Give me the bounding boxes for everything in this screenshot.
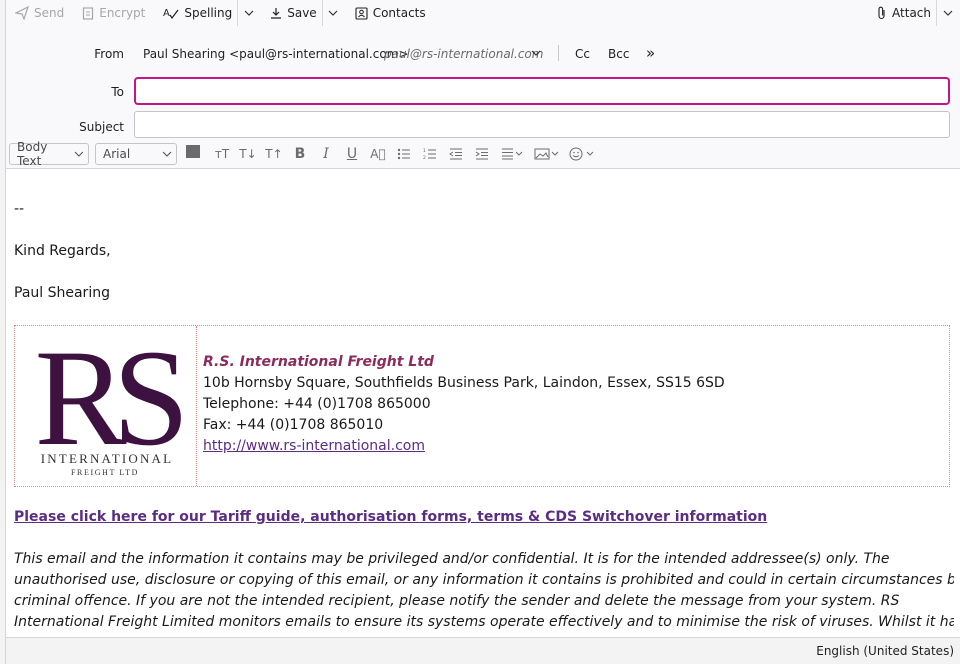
company-address: 10b Hornsby Square, Southfields Business… bbox=[203, 375, 725, 391]
spelling-button[interactable]: A Spelling bbox=[158, 0, 237, 26]
send-button[interactable]: Send bbox=[10, 0, 69, 26]
formatting-toolbar: Body Text Arial ᴛT T↓ T↑ B I U A⃥ 12 bbox=[6, 140, 960, 168]
save-dropdown[interactable] bbox=[321, 0, 344, 26]
numbered-list-icon[interactable]: 12 bbox=[417, 141, 443, 167]
from-chevron-down-icon[interactable] bbox=[530, 47, 542, 59]
to-input[interactable] bbox=[134, 77, 950, 105]
contacts-button[interactable]: Contacts bbox=[350, 0, 431, 26]
save-label: Save bbox=[287, 6, 317, 20]
to-label: To bbox=[111, 85, 124, 99]
company-fax: Fax: +44 (0)1708 865010 bbox=[203, 417, 384, 433]
outdent-icon[interactable] bbox=[443, 141, 469, 167]
from-label: From bbox=[94, 47, 124, 61]
attach-label: Attach bbox=[892, 6, 931, 20]
clear-formatting-icon[interactable]: A⃥ bbox=[365, 141, 391, 167]
contacts-icon bbox=[355, 6, 368, 20]
underline-icon[interactable]: U bbox=[339, 141, 365, 167]
smaller-text-icon[interactable]: ᴛT bbox=[209, 141, 235, 167]
paperclip-icon bbox=[878, 6, 885, 20]
cc-button[interactable]: Cc bbox=[575, 47, 590, 61]
company-website-link[interactable]: http://www.rs-international.com bbox=[203, 438, 425, 454]
from-address[interactable]: Paul Shearing <paul@rs-international.com… bbox=[143, 47, 408, 61]
font-size-smaller-icon[interactable]: T↓ bbox=[235, 141, 261, 167]
insert-image-dropdown[interactable] bbox=[529, 141, 565, 167]
compose-window: Send Encrypt A Spelling Save Contacts At… bbox=[6, 0, 960, 664]
spelling-icon: A bbox=[163, 8, 179, 20]
encrypt-label: Encrypt bbox=[99, 6, 146, 20]
disclaimer-line: criminal offence. If you are not the int… bbox=[14, 593, 900, 609]
image-icon bbox=[534, 148, 559, 160]
bulleted-list-icon[interactable] bbox=[391, 141, 417, 167]
chevron-down-icon bbox=[328, 10, 338, 16]
header-separator bbox=[558, 45, 559, 61]
svg-text:1: 1 bbox=[423, 148, 426, 154]
text-color-button[interactable] bbox=[181, 141, 207, 167]
save-download-icon bbox=[271, 8, 282, 19]
font-size-larger-icon[interactable]: T↑ bbox=[261, 141, 287, 167]
signature-separator: -- bbox=[14, 201, 25, 217]
send-icon bbox=[15, 6, 29, 20]
svg-text:2: 2 bbox=[423, 155, 426, 160]
save-button[interactable]: Save bbox=[265, 0, 321, 26]
subject-label: Subject bbox=[79, 120, 124, 134]
svg-text:FREIGHT LTD: FREIGHT LTD bbox=[71, 468, 139, 477]
emoji-dropdown[interactable] bbox=[565, 141, 601, 167]
disclaimer-line: International Freight Limited monitors e… bbox=[14, 614, 954, 630]
chevron-down-icon bbox=[244, 10, 254, 16]
company-telephone: Telephone: +44 (0)1708 865000 bbox=[203, 396, 431, 412]
disclaimer-line: unauthorised use, disclosure or copying … bbox=[14, 572, 954, 588]
indent-icon[interactable] bbox=[469, 141, 495, 167]
svg-text:A: A bbox=[163, 8, 170, 19]
italic-icon[interactable]: I bbox=[313, 141, 339, 167]
attach-button[interactable]: Attach bbox=[872, 0, 936, 26]
more-recipients-button[interactable]: » bbox=[646, 44, 655, 62]
contacts-label: Contacts bbox=[372, 6, 426, 20]
align-left-icon bbox=[502, 148, 523, 160]
spelling-label: Spelling bbox=[184, 6, 233, 20]
smiley-icon bbox=[569, 147, 594, 161]
paragraph-style-value: Body Text bbox=[17, 140, 48, 168]
disclaimer-line: This email and the information it contai… bbox=[14, 551, 890, 567]
from-identity[interactable]: paul@rs-international.com bbox=[384, 47, 543, 61]
font-value: Arial bbox=[103, 147, 131, 161]
closing-text: Kind Regards, bbox=[14, 243, 111, 259]
encrypt-button[interactable]: Encrypt bbox=[77, 0, 150, 26]
compose-toolbar: Send Encrypt A Spelling Save Contacts At… bbox=[6, 0, 960, 26]
send-label: Send bbox=[34, 6, 65, 20]
email-disclaimer: This email and the information it contai… bbox=[14, 549, 954, 633]
chevron-down-icon bbox=[943, 10, 952, 16]
font-select[interactable]: Arial bbox=[95, 143, 177, 165]
rs-logo-image: RS INTERNATIONAL FREIGHT LTD bbox=[35, 321, 196, 477]
company-name: R.S. International Freight Ltd bbox=[203, 354, 434, 370]
svg-text:INTERNATIONAL: INTERNATIONAL bbox=[41, 451, 174, 466]
chevron-down-icon bbox=[74, 151, 84, 157]
bold-icon[interactable]: B bbox=[287, 141, 313, 167]
encrypt-icon bbox=[83, 6, 94, 20]
paragraph-style-select[interactable]: Body Text bbox=[9, 140, 89, 168]
message-body[interactable]: -- Kind Regards, Paul Shearing RS INTERN… bbox=[14, 169, 954, 637]
bcc-button[interactable]: Bcc bbox=[608, 47, 629, 61]
chevron-down-icon bbox=[162, 151, 172, 157]
align-dropdown[interactable] bbox=[495, 141, 529, 167]
company-logo: RS INTERNATIONAL FREIGHT LTD bbox=[15, 321, 197, 486]
attach-dropdown[interactable] bbox=[936, 0, 958, 26]
color-swatch-icon bbox=[186, 145, 200, 158]
sender-name: Paul Shearing bbox=[14, 285, 110, 301]
spelling-dropdown[interactable] bbox=[237, 0, 259, 26]
subject-input[interactable] bbox=[134, 111, 950, 138]
tariff-guide-link[interactable]: Please click here for our Tariff guide, … bbox=[14, 509, 767, 525]
signature-table: RS INTERNATIONAL FREIGHT LTD R.S. Intern… bbox=[14, 321, 950, 487]
spellcheck-language[interactable]: English (United States) bbox=[816, 644, 954, 658]
status-bar: English (United States) bbox=[6, 637, 960, 664]
